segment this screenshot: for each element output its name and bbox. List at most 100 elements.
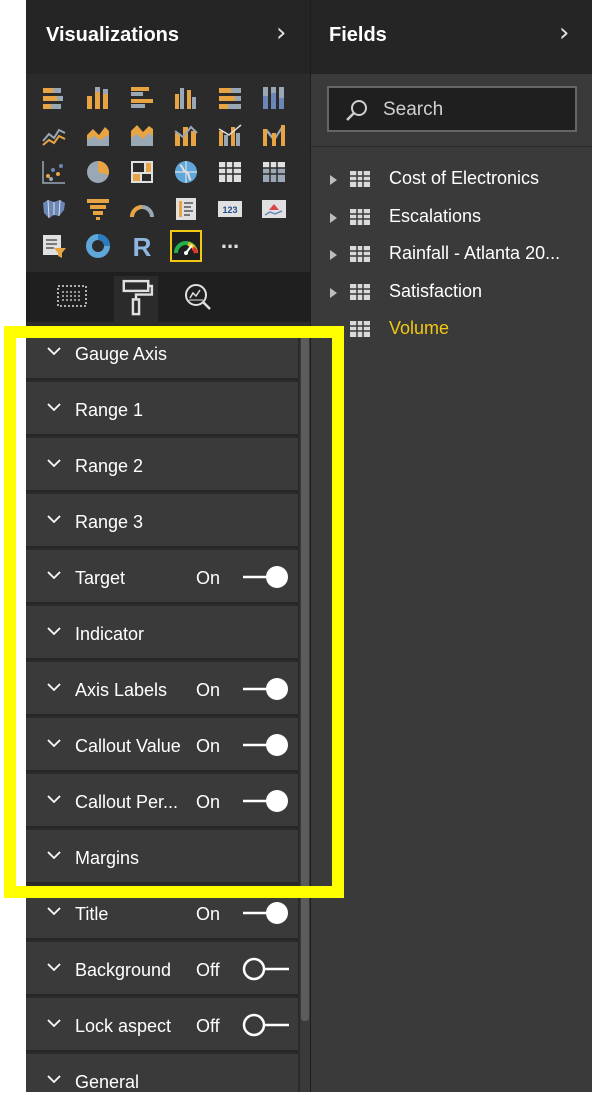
format-card-callout-percent[interactable]: Callout Per... On bbox=[26, 774, 298, 828]
format-paint-roller-icon[interactable] bbox=[114, 276, 158, 322]
r-visual-icon[interactable]: R bbox=[128, 232, 156, 260]
chevron-down-icon bbox=[47, 627, 61, 636]
stacked-bar-chart-icon[interactable] bbox=[40, 84, 68, 112]
field-table-item[interactable]: Rainfall - Atlanta 20... bbox=[311, 237, 592, 273]
line-chart-icon[interactable] bbox=[40, 121, 68, 149]
chevron-down-icon bbox=[47, 795, 61, 804]
chevron-down-icon bbox=[47, 683, 61, 692]
format-card-general[interactable]: General bbox=[26, 1054, 298, 1092]
format-card-range-3[interactable]: Range 3 bbox=[26, 494, 298, 548]
matrix-icon[interactable] bbox=[260, 158, 288, 186]
line-and-stacked-column-icon[interactable] bbox=[172, 121, 200, 149]
search-icon bbox=[346, 100, 367, 121]
100-stacked-bar-chart-icon[interactable] bbox=[216, 84, 244, 112]
field-table-item-active[interactable]: Volume bbox=[311, 312, 592, 348]
card-label: General bbox=[75, 1072, 140, 1092]
format-card-target[interactable]: Target On bbox=[26, 550, 298, 604]
format-card-gauge-axis[interactable]: Gauge Axis bbox=[26, 326, 298, 380]
visualizations-title: Visualizations bbox=[46, 24, 180, 46]
expand-triangle-icon[interactable] bbox=[329, 174, 338, 186]
card-label: Callout Value bbox=[75, 736, 181, 756]
chevron-down-icon bbox=[47, 1019, 61, 1028]
format-card-background[interactable]: Background Off bbox=[26, 942, 298, 996]
more-visuals-icon[interactable]: ... bbox=[216, 228, 244, 256]
field-table-item[interactable]: Satisfaction bbox=[311, 275, 592, 311]
field-table-item[interactable]: Cost of Electronics bbox=[311, 162, 592, 198]
100-stacked-column-chart-icon[interactable] bbox=[260, 84, 288, 112]
stacked-column-chart-icon[interactable] bbox=[84, 84, 112, 112]
fields-well-icon[interactable] bbox=[54, 280, 90, 314]
visualizations-header: Visualizations › bbox=[26, 0, 310, 74]
clustered-column-chart-icon[interactable] bbox=[172, 84, 200, 112]
card-icon[interactable]: 123 bbox=[216, 195, 244, 223]
format-card-margins[interactable]: Margins bbox=[26, 830, 298, 884]
table-icon bbox=[350, 246, 370, 262]
format-scrollbar[interactable] bbox=[300, 326, 310, 1092]
chevron-down-icon bbox=[47, 347, 61, 356]
chevron-down-icon bbox=[47, 459, 61, 468]
table-icon[interactable] bbox=[216, 158, 244, 186]
toggle-state-label: On bbox=[196, 792, 221, 812]
gauge-icon[interactable] bbox=[128, 195, 156, 223]
area-chart-icon[interactable] bbox=[84, 121, 112, 149]
toggle-state-label: On bbox=[196, 680, 221, 700]
search-box[interactable] bbox=[327, 86, 577, 132]
chevron-down-icon bbox=[47, 1075, 61, 1084]
format-card-indicator[interactable]: Indicator bbox=[26, 606, 298, 660]
format-card-lock-aspect[interactable]: Lock aspect Off bbox=[26, 998, 298, 1052]
toggle-state-label: On bbox=[196, 736, 221, 756]
multi-row-card-icon[interactable] bbox=[172, 195, 200, 223]
toggle-off-switch[interactable] bbox=[241, 1012, 291, 1038]
field-table-item[interactable]: Escalations bbox=[311, 200, 592, 236]
gauge-selected-icon[interactable] bbox=[170, 230, 202, 262]
scrollbar-thumb[interactable] bbox=[301, 326, 309, 1021]
format-card-range-1[interactable]: Range 1 bbox=[26, 382, 298, 436]
format-card-callout-value[interactable]: Callout Value On bbox=[26, 718, 298, 772]
kpi-icon[interactable] bbox=[260, 195, 288, 223]
collapse-fields-icon[interactable]: › bbox=[559, 20, 569, 46]
card-label: Range 1 bbox=[75, 400, 144, 420]
toggle-on-switch[interactable] bbox=[241, 732, 291, 758]
toggle-on-switch[interactable] bbox=[241, 900, 291, 926]
toggle-on-switch[interactable] bbox=[241, 564, 291, 590]
donut-chart-icon[interactable] bbox=[84, 232, 112, 260]
ribbon-chart-icon[interactable] bbox=[260, 121, 288, 149]
expand-triangle-icon[interactable] bbox=[329, 212, 338, 224]
chevron-down-icon bbox=[47, 571, 61, 580]
card-label: Callout Per... bbox=[75, 792, 179, 812]
expand-triangle-icon[interactable] bbox=[329, 249, 338, 261]
map-icon[interactable] bbox=[172, 158, 200, 186]
slicer-icon[interactable] bbox=[40, 232, 68, 260]
scatter-chart-icon[interactable] bbox=[40, 158, 68, 186]
analytics-icon[interactable] bbox=[180, 280, 216, 314]
toggle-state-label: On bbox=[196, 904, 221, 924]
stacked-area-chart-icon[interactable] bbox=[128, 121, 156, 149]
filled-map-icon[interactable] bbox=[40, 195, 68, 223]
clustered-bar-chart-icon[interactable] bbox=[128, 84, 156, 112]
field-table-name: Satisfaction bbox=[389, 281, 483, 301]
toggle-on-switch[interactable] bbox=[241, 676, 291, 702]
search-input[interactable] bbox=[383, 97, 563, 123]
card-label: Background bbox=[75, 960, 172, 980]
card-label: Title bbox=[75, 904, 109, 924]
line-and-clustered-column-icon[interactable] bbox=[216, 121, 244, 149]
field-table-name: Volume bbox=[389, 318, 450, 338]
chevron-down-icon bbox=[47, 907, 61, 916]
card-label: Range 3 bbox=[75, 512, 144, 532]
treemap-icon[interactable] bbox=[128, 158, 156, 186]
chevron-down-icon bbox=[47, 851, 61, 860]
table-icon bbox=[350, 209, 370, 225]
toggle-on-switch[interactable] bbox=[241, 788, 291, 814]
funnel-icon[interactable] bbox=[84, 195, 112, 223]
format-card-title[interactable]: Title On bbox=[26, 886, 298, 940]
format-card-axis-labels[interactable]: Axis Labels On bbox=[26, 662, 298, 716]
toggle-off-switch[interactable] bbox=[241, 956, 291, 982]
pie-chart-icon[interactable] bbox=[84, 158, 112, 186]
expand-triangle-icon[interactable] bbox=[329, 287, 338, 299]
chevron-down-icon bbox=[47, 403, 61, 412]
collapse-visualizations-icon[interactable]: › bbox=[276, 20, 286, 46]
card-label: Lock aspect bbox=[75, 1016, 172, 1036]
format-card-range-2[interactable]: Range 2 bbox=[26, 438, 298, 492]
field-table-name: Escalations bbox=[389, 206, 482, 226]
table-icon bbox=[350, 171, 370, 187]
